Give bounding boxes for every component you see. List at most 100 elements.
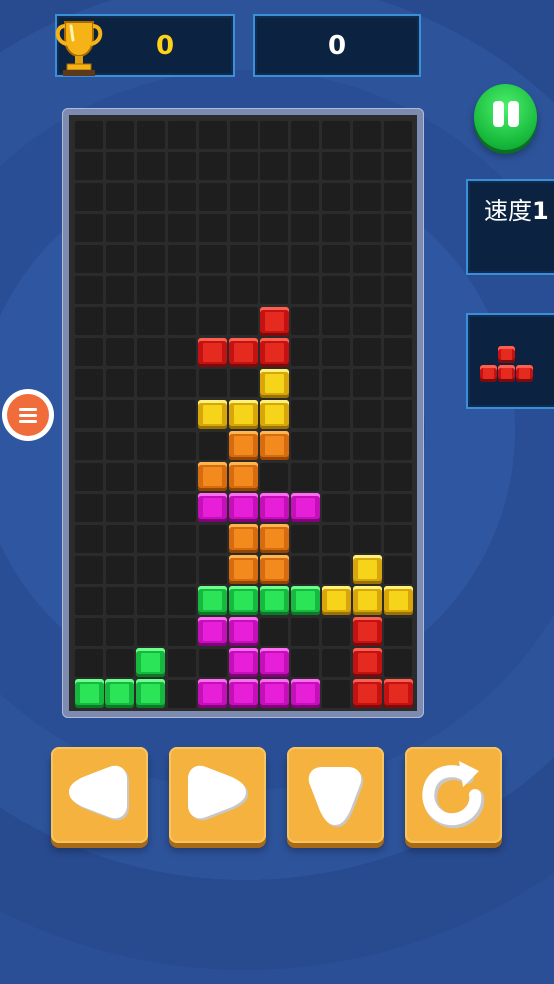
board-cell — [75, 400, 103, 429]
menu-line — [19, 413, 37, 417]
board-cell — [384, 245, 412, 274]
board-cell — [260, 462, 289, 491]
board-cell — [260, 276, 289, 305]
next-piece-block — [516, 365, 533, 382]
board-cell — [105, 555, 134, 584]
board-block-magenta — [198, 617, 228, 647]
board-cell — [75, 307, 103, 336]
board-cell — [167, 679, 196, 708]
board-block-green — [105, 679, 135, 709]
board-cell — [229, 369, 258, 398]
board-cell — [105, 276, 134, 305]
move-right-button[interactable] — [169, 747, 266, 843]
board-cell — [322, 307, 351, 336]
board-cell — [291, 369, 320, 398]
board-cell — [198, 648, 227, 677]
board-cell — [322, 276, 351, 305]
move-left-button[interactable] — [51, 747, 148, 843]
board-block-orange — [229, 462, 258, 492]
board-cell — [105, 245, 134, 274]
board-cell — [322, 338, 351, 367]
board-block-magenta — [259, 679, 289, 709]
pause-button[interactable] — [474, 84, 537, 150]
board-block-orange — [229, 431, 258, 460]
board-block-yellow — [259, 368, 289, 398]
board-cell — [384, 183, 412, 212]
rotate-button[interactable] — [405, 747, 502, 843]
board-block-magenta — [229, 617, 258, 647]
board-cell — [198, 245, 227, 274]
board-block-red — [383, 679, 413, 709]
board-cell — [198, 276, 227, 305]
board-cell — [384, 555, 412, 584]
rotate-icon — [422, 761, 485, 829]
board-cell — [105, 648, 134, 677]
next-piece-block — [480, 365, 497, 382]
board-cell — [136, 276, 165, 305]
board-cell — [75, 152, 103, 181]
board-cell — [322, 431, 351, 460]
board-cell — [136, 183, 165, 212]
board-cell — [105, 307, 134, 336]
board-cell — [75, 121, 103, 149]
board-block-red — [198, 337, 228, 367]
board-cell — [167, 586, 196, 615]
board-cell — [322, 400, 351, 429]
board-cell — [353, 338, 382, 367]
board-cell — [167, 369, 196, 398]
board-cell — [229, 183, 258, 212]
board-cell — [167, 152, 196, 181]
menu-line — [19, 419, 37, 423]
board-block-magenta — [229, 679, 258, 709]
board-cell — [75, 245, 103, 274]
board-cell — [291, 617, 320, 646]
board-cell — [291, 555, 320, 584]
board-cell — [384, 524, 412, 553]
board-cell — [136, 369, 165, 398]
board-block-magenta — [259, 648, 289, 678]
board-cell — [75, 431, 103, 460]
best-score-panel: 0 — [55, 14, 235, 77]
board-block-magenta — [229, 648, 258, 678]
board-block-magenta — [229, 493, 258, 523]
board-cell — [322, 679, 351, 708]
board-cell — [167, 338, 196, 367]
board-cell — [322, 152, 351, 181]
board-cell — [105, 121, 134, 149]
next-piece-block — [498, 365, 515, 382]
board-cell — [105, 369, 134, 398]
board-cell — [291, 307, 320, 336]
board-block-yellow — [352, 555, 382, 585]
board-cell — [136, 152, 165, 181]
board-cell — [353, 524, 382, 553]
board-cell — [198, 152, 227, 181]
board-cell — [198, 431, 227, 460]
board-cell — [167, 121, 196, 149]
board-cell — [260, 617, 289, 646]
board-cell — [75, 586, 103, 615]
speed-display: 速度1 — [484, 191, 549, 226]
board-cell — [229, 214, 258, 243]
board-block-green — [290, 586, 320, 616]
board-cell — [75, 524, 103, 553]
board-block-green — [229, 586, 258, 616]
board-cell — [384, 648, 412, 677]
board-cell — [384, 276, 412, 305]
pause-icon — [493, 101, 504, 127]
pause-icon-bar — [508, 101, 519, 127]
board-cell — [322, 555, 351, 584]
board-block-red — [352, 648, 382, 678]
menu-button[interactable] — [2, 389, 54, 441]
board-cell — [260, 183, 289, 212]
board-cell — [105, 400, 134, 429]
board-block-magenta — [290, 679, 320, 709]
current-score-panel: 0 — [253, 14, 421, 77]
board-cell — [384, 307, 412, 336]
drop-down-button[interactable] — [287, 747, 384, 843]
board-cell — [167, 648, 196, 677]
board-cell — [136, 524, 165, 553]
board-cell — [198, 183, 227, 212]
board-cell — [322, 524, 351, 553]
board-cell — [167, 400, 196, 429]
board-cell — [136, 307, 165, 336]
